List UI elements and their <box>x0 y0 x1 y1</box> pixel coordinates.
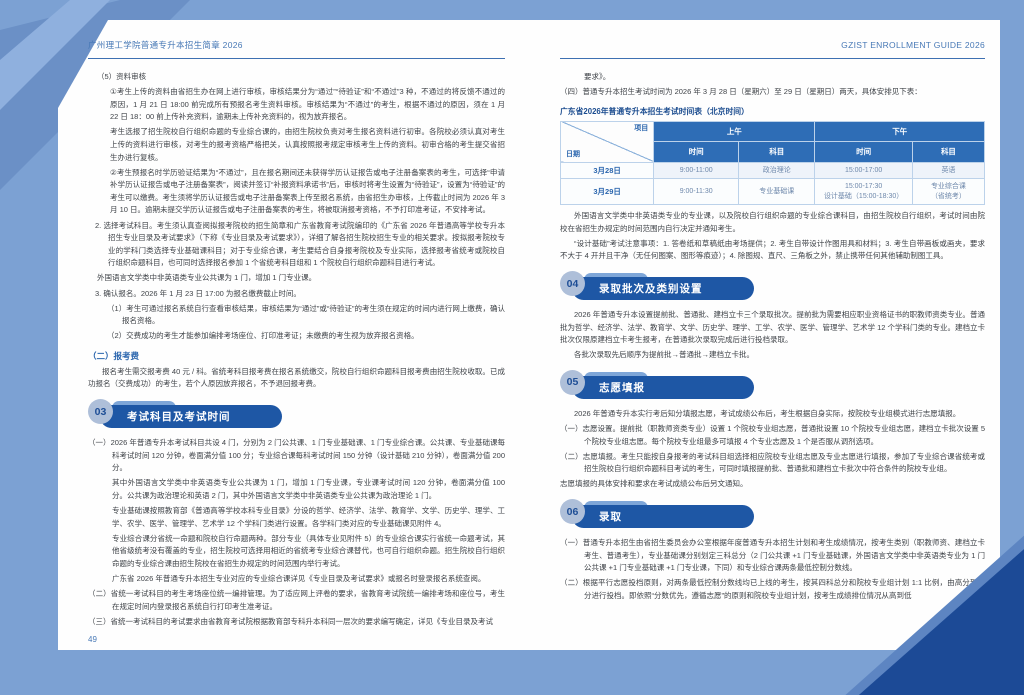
column-group-morning: 上午 <box>654 121 815 142</box>
page-number-left: 49 <box>88 635 97 644</box>
section-number-circle: 04 <box>560 271 585 296</box>
cell-time-pm: 15:00-17:00 <box>815 162 913 179</box>
paragraph: 广东省 2026 年普通专升本招生专业对应的专业综合课详见《专业目录及考试要求》… <box>88 573 505 586</box>
section-title: 考试科目及考试时间 <box>127 409 231 424</box>
paragraph: 志愿填报的具体安排和要求在考试成绩公布后另文通知。 <box>560 478 985 491</box>
section-number: 03 <box>95 406 107 418</box>
paragraph: （二）省统一考试科目的考生考场座位统一编排管理。为了适应网上评卷的要求，省教育考… <box>88 588 505 613</box>
left-header-title: 广州理工学院普通专升本招生简章 2026 <box>88 40 243 50</box>
cell-subject-am: 专业基础课 <box>739 179 815 205</box>
paragraph: ①考生上传的资料由省招生办在网上进行审核，审核结果分为“通过”“待验证”和“不通… <box>88 86 505 124</box>
paragraph: （三）省统一考试科目的考试要求由省教育考试院根据教育部专科升本科同一层次的要求编… <box>88 616 505 629</box>
table-row: 3月28日 9:00-11:00 政治理论 15:00-17:00 英语 <box>561 162 985 179</box>
paragraph: 外国语言文学类中非英语类专业的专业课，以及院校自行组织命题的专业综合课科目，由招… <box>560 210 985 235</box>
section-title-pill: 考试科目及考试时间 <box>100 405 282 428</box>
section-title: 录取 <box>599 509 622 524</box>
paragraph: 专业基础课按照教育部《普通高等学校本科专业目录》分设的哲学、经济学、法学、教育学… <box>88 505 505 530</box>
table-row: 3月29日 9:00-11:30 专业基础课 15:00-17:30 设计基础（… <box>561 179 985 205</box>
column-header-subject: 科目 <box>912 142 984 163</box>
cell-time-am: 9:00-11:00 <box>654 162 739 179</box>
cell-time-pm: 15:00-17:30 设计基础（15:00-18:30） <box>815 179 913 205</box>
section-badge-03: 考试科目及考试时间 03 <box>88 400 505 430</box>
cell-subject-pm: 专业综合课 （省统考） <box>912 179 984 205</box>
paragraph: （一）普通专升本招生由省招生委员会办公室根据年度普通专升本招生计划和考生成绩情况… <box>560 537 985 575</box>
section-number: 05 <box>567 376 579 388</box>
column-header-subject: 科目 <box>739 142 815 163</box>
paragraph: （四）普通专升本招生考试时间为 2026 年 3 月 28 日（星期六）至 29… <box>560 86 985 99</box>
row-date: 3月28日 <box>561 162 654 179</box>
section-title-pill: 录取批次及类别设置 <box>572 277 754 300</box>
paragraph: 2026 年普通专升本设置提前批、普通批、建档立卡三个录取批次。提前批为需要相应… <box>560 309 985 347</box>
paragraph: （一）志愿设置。提前批（职教师资类专业）设置 1 个院校专业组志愿，普通批设置 … <box>560 423 985 448</box>
paragraph: 专业综合课分省统一命题和院校自行命题两种。部分专业（具体专业见附件 5）的专业综… <box>88 533 505 571</box>
exam-table-title: 广东省2026年普通专升本招生考试时间表（北京时间） <box>560 106 985 117</box>
cell-subject-am: 政治理论 <box>739 162 815 179</box>
column-header-time: 时间 <box>654 142 739 163</box>
corner-label-date: 日期 <box>566 150 580 160</box>
section-number-circle: 05 <box>560 370 585 395</box>
paragraph: （2）交费成功的考生才能参加编排考场座位、打印准考证；未缴费的考生视为放弃报名资… <box>88 330 505 343</box>
fee-section-heading: （二）报考费 <box>88 350 505 362</box>
section-badge-06: 录取 06 <box>560 500 985 530</box>
paragraph: 报名考生需交报考费 40 元 / 科。省统考科目报考费在报名系统缴交，院校自行组… <box>88 366 505 391</box>
column-group-afternoon: 下午 <box>815 121 985 142</box>
cell-subject-pm: 英语 <box>912 162 984 179</box>
section-badge-04: 录取批次及类别设置 04 <box>560 272 985 302</box>
paragraph: （一）2026 年普通专升本考试科目共设 4 门，分别为 2 门公共课、1 门专… <box>88 437 505 475</box>
cell-time-am: 9:00-11:30 <box>654 179 739 205</box>
section-number: 04 <box>567 278 579 290</box>
row-date: 3月29日 <box>561 179 654 205</box>
paragraph: （二）志愿填报。考生只能按自身报考的考试科目组选择相应院校专业组志愿及专业志愿进… <box>560 451 985 476</box>
right-page: GZIST ENROLLMENT GUIDE 2026 要求》。 （四）普通专升… <box>529 20 1000 650</box>
section-number: 06 <box>567 506 579 518</box>
left-page: 广州理工学院普通专升本招生简章 2026 （5）资料审核 ①考生上传的资料由省招… <box>58 20 529 650</box>
paragraph: （二）根据平行志愿投档原则，对两条最低控制分数线均已上线的考生，按其四科总分和院… <box>560 577 985 602</box>
paragraph: 其中外国语言文学类中非英语类专业公共课为 1 门，增加 1 门专业课，专业课考试… <box>88 477 505 502</box>
table-corner-cell: 项目 日期 <box>561 121 654 162</box>
left-page-header: 广州理工学院普通专升本招生简章 2026 <box>88 35 505 59</box>
corner-label-item: 项目 <box>634 124 648 134</box>
section-number-circle: 06 <box>560 499 585 524</box>
section-title-pill: 录取 <box>572 505 754 528</box>
right-page-header: GZIST ENROLLMENT GUIDE 2026 <box>560 35 985 59</box>
paragraph: 2026 年普通专升本实行考后知分填报志愿，考试成绩公布后，考生根据自身实际，按… <box>560 408 985 421</box>
paragraph: 各批次录取先后顺序为提前批→普通批→建档立卡批。 <box>560 349 985 362</box>
section-title-pill: 志愿填报 <box>572 376 754 399</box>
exam-schedule-table: 项目 日期 上午 下午 时间 科目 时间 科目 3月2 <box>560 121 985 206</box>
paragraph: 考生选报了招生院校自行组织命题的专业综合课的，由招生院校负责对考生报名资料进行初… <box>88 126 505 164</box>
paragraph: （1）考生可通过报名系统自行查看审核结果，审核结果为“通过”或“待验证”的考生须… <box>88 303 505 328</box>
paragraph: ②考生预报名时学历验证结果为“不通过”，且在报名期间还未获得学历认证报告或电子注… <box>88 167 505 217</box>
paragraph: “设计基础”考试注意事项：1. 答卷纸和草稿纸由考场提供；2. 考生自带设计作图… <box>560 238 985 263</box>
right-header-title: GZIST ENROLLMENT GUIDE 2026 <box>841 40 985 50</box>
document-spread: 广州理工学院普通专升本招生简章 2026 （5）资料审核 ①考生上传的资料由省招… <box>0 0 1024 695</box>
paragraph: 外国语言文学类中非英语类专业公共课为 1 门，增加 1 门专业课。 <box>88 272 505 285</box>
column-header-time: 时间 <box>815 142 913 163</box>
paragraph: 2. 选择考试科目。考生须认真查阅拟报考院校的招生简章和广东省教育考试院编印的《… <box>88 220 505 270</box>
section-title: 志愿填报 <box>599 380 645 395</box>
section-badge-05: 志愿填报 05 <box>560 371 985 401</box>
section-title: 录取批次及类别设置 <box>599 281 703 296</box>
section-number-circle: 03 <box>88 399 113 424</box>
paragraph: （5）资料审核 <box>88 71 505 84</box>
paragraph: 要求》。 <box>560 71 985 84</box>
paragraph: 3. 确认报名。2026 年 1 月 23 日 17:00 为报名缴费截止时间。 <box>88 288 505 301</box>
